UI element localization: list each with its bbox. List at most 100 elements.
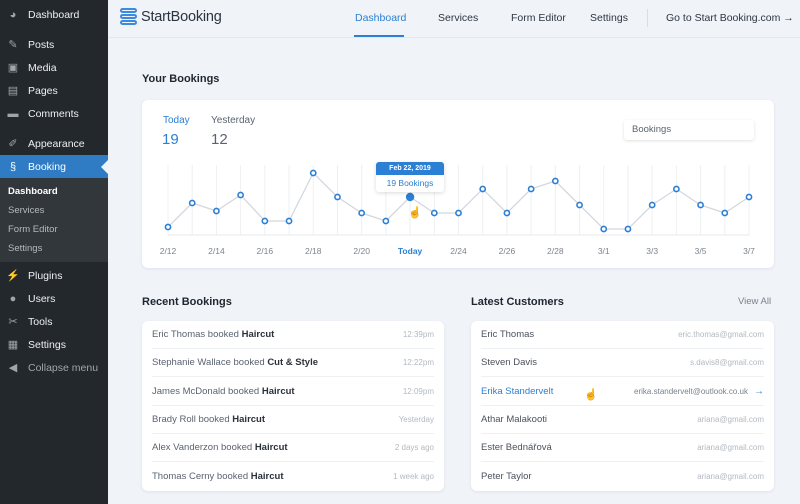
customer-name[interactable]: Eric Thomas — [481, 329, 534, 340]
booking-row[interactable]: Brady Roll booked Haircut Yesterday — [152, 406, 434, 434]
wp-menu-dashboard[interactable]: ◕ Dashboard — [0, 3, 108, 26]
wp-menu-comments[interactable]: ▬ Comments — [0, 102, 108, 125]
data-point[interactable] — [624, 225, 632, 233]
data-point[interactable] — [285, 217, 293, 225]
customer-email-wrap: ariana@gmail.com — [697, 414, 764, 425]
customer-name[interactable]: Erika Standervelt — [481, 386, 553, 397]
pages-icon: ▤ — [7, 85, 19, 97]
startbooking-icon: § — [9, 160, 17, 173]
service-name: Haircut — [261, 385, 295, 397]
wp-menu-users[interactable]: ● Users — [0, 287, 108, 310]
wp-menu-label: Plugins — [28, 269, 63, 282]
customer-name[interactable]: Athar Malakooti — [481, 414, 547, 425]
yesterday-tab[interactable]: Yesterday — [211, 115, 255, 126]
data-point[interactable] — [430, 209, 438, 217]
customer-row[interactable]: Ester Bednářová ariana@gmail.com — [481, 434, 764, 463]
data-point[interactable] — [721, 209, 729, 217]
booking-description: Alex Vanderzon booked Haircut — [152, 442, 288, 453]
submenu-services[interactable]: Services — [8, 205, 44, 216]
nav-dashboard[interactable]: Dashboard — [355, 12, 406, 24]
wp-menu-label: Collapse menu — [28, 361, 99, 374]
service-name: Cut & Style — [267, 357, 318, 369]
arrow-right-icon[interactable]: → — [754, 386, 764, 397]
data-point-highlighted[interactable] — [405, 192, 415, 202]
wp-collapse-menu[interactable]: ◀ Collapse menu — [0, 356, 108, 379]
customer-row[interactable]: Erika Standervelt erika.standervelt@outlo… — [481, 378, 764, 406]
booking-row[interactable]: Eric Thomas booked Haircut 12:39pm — [152, 321, 434, 349]
nav-services[interactable]: Services — [438, 12, 478, 24]
wp-menu-label: Users — [28, 292, 56, 305]
customer-name: Thomas Cerny booked — [152, 471, 251, 482]
metric-select[interactable]: Bookings — [624, 120, 754, 140]
submenu-form-editor[interactable]: Form Editor — [8, 224, 58, 235]
booking-row[interactable]: Alex Vanderzon booked Haircut 2 days ago — [152, 434, 434, 463]
booking-description: Eric Thomas booked Haircut — [152, 329, 274, 340]
pushpin-icon: ✎ — [8, 39, 18, 51]
submenu-settings[interactable]: Settings — [8, 243, 42, 254]
recent-bookings-card: Eric Thomas booked Haircut 12:39pm Stephan… — [142, 321, 444, 491]
settings-icon: ▦ — [7, 339, 19, 351]
top-navigation: StartBooking Dashboard Services Form Edi… — [108, 0, 800, 38]
data-point[interactable] — [576, 201, 583, 209]
data-point[interactable] — [188, 199, 196, 207]
data-point[interactable] — [600, 225, 608, 233]
data-point[interactable] — [479, 185, 487, 193]
data-point[interactable] — [672, 185, 680, 193]
customer-row[interactable]: Steven Davis s.davis8@gmail.com — [481, 349, 764, 378]
data-point[interactable] — [382, 217, 390, 225]
wp-menu-plugins[interactable]: ⚡ Plugins — [0, 264, 108, 287]
user-icon: ● — [9, 292, 17, 305]
booking-row[interactable]: Thomas Cerny booked Haircut 1 week ago — [152, 463, 434, 491]
wp-menu-posts[interactable]: ✎ Posts — [0, 33, 108, 56]
submenu-dashboard[interactable]: Dashboard — [8, 186, 58, 197]
customer-name: Alex Vanderzon booked — [152, 442, 255, 454]
customer-row[interactable]: Peter Taylor ariana@gmail.com — [481, 463, 764, 491]
customer-name[interactable]: Ester Bednářová — [481, 442, 552, 453]
wp-menu-media[interactable]: ▣ Media — [0, 56, 108, 79]
data-point[interactable] — [164, 223, 172, 231]
customer-row[interactable]: Eric Thomas eric.thomas@gmail.com — [481, 321, 764, 349]
data-point[interactable] — [455, 209, 462, 217]
x-tick-label: 2/28 — [547, 246, 564, 256]
customer-row[interactable]: Athar Malakooti ariana@gmail.com — [481, 406, 764, 434]
today-tab[interactable]: Today — [163, 115, 190, 126]
customer-email: s.davis8@gmail.com — [690, 358, 764, 368]
service-name: Haircut — [250, 471, 284, 482]
booking-description: James McDonald booked Haircut — [152, 386, 295, 397]
data-point[interactable] — [551, 177, 559, 185]
yesterday-count: 12 — [211, 131, 228, 148]
wp-menu-pages[interactable]: ▤ Pages — [0, 79, 108, 102]
data-point[interactable] — [358, 209, 366, 217]
data-point[interactable] — [527, 185, 535, 193]
service-name: Haircut — [232, 413, 266, 425]
wp-menu-settings[interactable]: ▦ Settings — [0, 333, 108, 356]
data-point[interactable] — [334, 193, 341, 201]
data-point[interactable] — [261, 217, 269, 225]
booking-time: 12:22pm — [402, 358, 434, 368]
wp-menu-tools[interactable]: ✂ Tools — [0, 310, 108, 333]
customer-email: erika.standervelt@outlook.co.uk — [634, 386, 748, 396]
x-tick-label: 2/14 — [208, 246, 225, 256]
data-point[interactable] — [745, 193, 753, 201]
tooltip-value: 19 Bookings — [386, 178, 434, 188]
nav-settings[interactable]: Settings — [590, 12, 628, 24]
customer-name[interactable]: Steven Davis — [481, 357, 537, 368]
startbooking-logo[interactable]: StartBooking — [120, 8, 222, 25]
data-point[interactable] — [237, 191, 245, 199]
nav-form-editor[interactable]: Form Editor — [511, 12, 566, 24]
your-bookings-heading: Your Bookings — [142, 73, 220, 85]
booking-description: Stephanie Wallace booked Cut & Style — [152, 357, 318, 368]
customer-name[interactable]: Peter Taylor — [481, 471, 532, 482]
booking-row[interactable]: James McDonald booked Haircut 12:09pm — [152, 378, 434, 406]
x-tick-label: 2/24 — [450, 246, 467, 256]
wp-menu-booking[interactable]: § Booking — [0, 155, 108, 178]
data-point[interactable] — [648, 201, 656, 209]
booking-row[interactable]: Stephanie Wallace booked Cut & Style 12:2… — [152, 349, 434, 378]
data-point[interactable] — [309, 169, 317, 177]
wp-menu-appearance[interactable]: ✐ Appearance — [0, 132, 108, 155]
data-point[interactable] — [213, 207, 220, 215]
data-point[interactable] — [697, 201, 704, 209]
data-point[interactable] — [503, 209, 511, 217]
external-site-link[interactable]: Go to Start Booking.com → — [666, 12, 794, 24]
view-all-link[interactable]: View All — [738, 296, 771, 307]
